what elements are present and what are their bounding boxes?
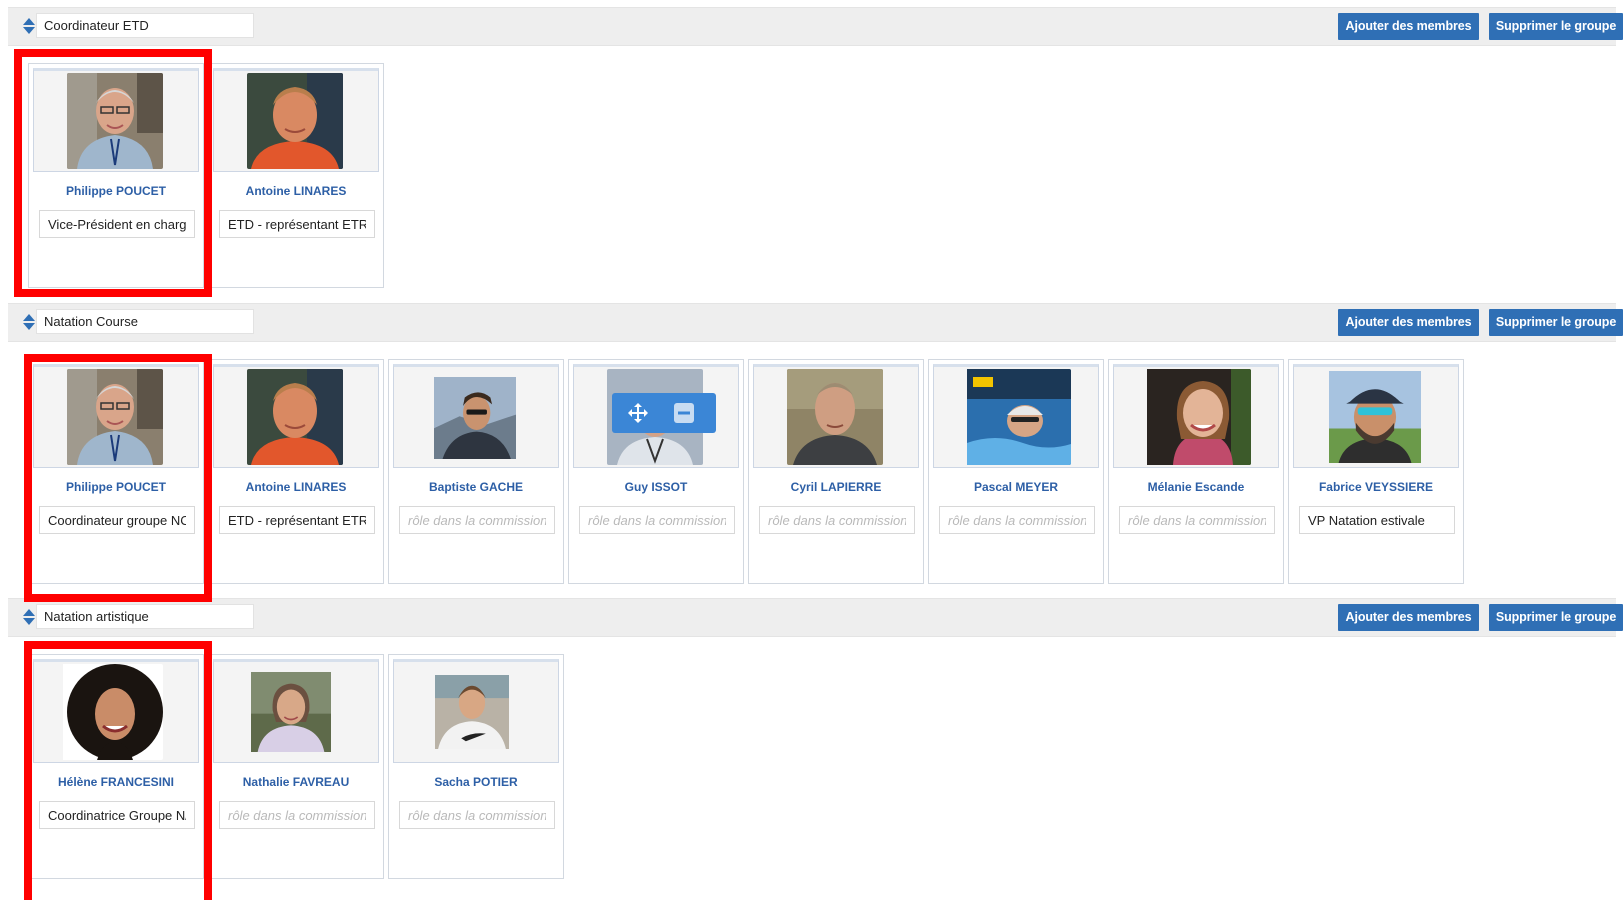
photo-frame: [33, 364, 199, 468]
member-card[interactable]: Nathalie FAVREAU: [208, 654, 384, 879]
member-photo: [435, 675, 509, 749]
add-members-button[interactable]: Ajouter des membres: [1338, 309, 1479, 336]
member-photo: [787, 369, 883, 465]
member-photo: [967, 369, 1071, 465]
role-field[interactable]: [39, 506, 195, 534]
member-name[interactable]: Baptiste GACHE: [389, 480, 563, 494]
add-members-button[interactable]: Ajouter des membres: [1338, 13, 1479, 40]
role-field[interactable]: [1299, 506, 1455, 534]
role-field[interactable]: [939, 506, 1095, 534]
photo-frame: [393, 659, 559, 763]
photo-frame: [393, 364, 559, 468]
add-members-button[interactable]: Ajouter des membres: [1338, 604, 1479, 631]
photo-frame: [213, 68, 379, 172]
member-name[interactable]: Antoine LINARES: [209, 184, 383, 198]
photo-frame: [213, 364, 379, 468]
photo-frame: [933, 364, 1099, 468]
member-photo: [67, 73, 163, 169]
member-name[interactable]: Sacha POTIER: [389, 775, 563, 789]
member-card[interactable]: Philippe POUCET: [28, 63, 204, 288]
member-photo: [247, 369, 343, 465]
group-name-field[interactable]: Coordinateur ETD: [36, 13, 254, 38]
photo-frame: [573, 364, 739, 468]
member-card[interactable]: Pascal MEYER: [928, 359, 1104, 584]
member-card[interactable]: Guy ISSOT: [568, 359, 744, 584]
member-name[interactable]: Fabrice VEYSSIERE: [1289, 480, 1463, 494]
card-hover-toolbar: [612, 393, 716, 433]
member-photo: [67, 369, 163, 465]
member-name[interactable]: Hélène FRANCESINI: [29, 775, 203, 789]
group-name-field[interactable]: Natation artistique: [36, 604, 254, 629]
member-card[interactable]: Hélène FRANCESINI: [28, 654, 204, 879]
role-field[interactable]: [399, 506, 555, 534]
photo-frame: [33, 68, 199, 172]
sort-arrows-icon[interactable]: [22, 608, 36, 626]
photo-frame: [753, 364, 919, 468]
group-header: Coordinateur ETD Ajouter des membres Sup…: [8, 7, 1623, 46]
role-field[interactable]: [219, 801, 375, 829]
group-header: Natation artistique Ajouter des membres …: [8, 598, 1623, 637]
member-name[interactable]: Mélanie Escande: [1109, 480, 1283, 494]
member-name[interactable]: Antoine LINARES: [209, 480, 383, 494]
member-name[interactable]: Pascal MEYER: [929, 480, 1103, 494]
member-photo: [251, 672, 331, 752]
role-field[interactable]: [39, 210, 195, 238]
member-photo: [1147, 369, 1251, 465]
member-card[interactable]: Antoine LINARES: [208, 63, 384, 288]
role-field[interactable]: [579, 506, 735, 534]
sort-arrows-icon[interactable]: [22, 17, 36, 35]
move-arrows-icon[interactable]: [626, 401, 650, 425]
member-card[interactable]: Philippe POUCET: [28, 359, 204, 584]
delete-group-button[interactable]: Supprimer le groupe: [1489, 13, 1623, 40]
member-photo: [63, 664, 163, 760]
role-field[interactable]: [39, 801, 195, 829]
group-name-field[interactable]: Natation Course: [36, 309, 254, 334]
member-card[interactable]: Sacha POTIER: [388, 654, 564, 879]
member-cards: Philippe POUCET Antoine LINARES: [0, 63, 1624, 288]
member-card[interactable]: Baptiste GACHE: [388, 359, 564, 584]
member-name[interactable]: Philippe POUCET: [29, 480, 203, 494]
role-field[interactable]: [219, 506, 375, 534]
member-name[interactable]: Guy ISSOT: [569, 480, 743, 494]
member-photo: [247, 73, 343, 169]
role-field[interactable]: [219, 210, 375, 238]
role-field[interactable]: [399, 801, 555, 829]
delete-group-button[interactable]: Supprimer le groupe: [1489, 309, 1623, 336]
member-card[interactable]: Fabrice VEYSSIERE: [1288, 359, 1464, 584]
minus-icon[interactable]: [672, 401, 696, 425]
member-card[interactable]: Mélanie Escande: [1108, 359, 1284, 584]
member-name[interactable]: Cyril LAPIERRE: [749, 480, 923, 494]
delete-group-button[interactable]: Supprimer le groupe: [1489, 604, 1623, 631]
role-field[interactable]: [759, 506, 915, 534]
group-header: Natation Course Ajouter des membres Supp…: [8, 303, 1623, 342]
member-name[interactable]: Nathalie FAVREAU: [209, 775, 383, 789]
member-photo: [1329, 371, 1421, 463]
sort-arrows-icon[interactable]: [22, 313, 36, 331]
photo-frame: [1113, 364, 1279, 468]
member-cards: Hélène FRANCESINI Nathalie FAVREAU: [0, 654, 1624, 879]
photo-frame: [213, 659, 379, 763]
member-card[interactable]: Cyril LAPIERRE: [748, 359, 924, 584]
photo-frame: [1293, 364, 1459, 468]
member-photo: [434, 377, 516, 459]
role-field[interactable]: [1119, 506, 1275, 534]
member-cards: Philippe POUCET Antoine LINARES: [0, 359, 1624, 584]
photo-frame: [33, 659, 199, 763]
member-card[interactable]: Antoine LINARES: [208, 359, 384, 584]
member-name[interactable]: Philippe POUCET: [29, 184, 203, 198]
